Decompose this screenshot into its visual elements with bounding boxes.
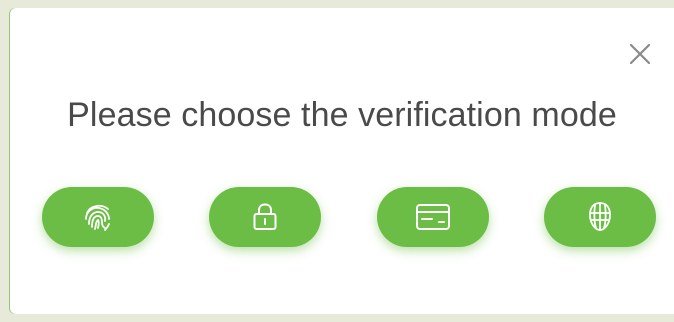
close-button[interactable] xyxy=(624,38,656,70)
password-mode-button[interactable] xyxy=(209,187,321,247)
close-icon xyxy=(629,43,651,65)
card-icon xyxy=(416,204,450,230)
verification-mode-dialog: Please choose the verification mode xyxy=(10,8,674,314)
face-mode-button[interactable] xyxy=(544,187,656,247)
card-mode-button[interactable] xyxy=(377,187,489,247)
fingerprint-mode-button[interactable] xyxy=(42,187,154,247)
screen-background: Please choose the verification mode xyxy=(0,0,674,322)
fingerprint-icon xyxy=(85,204,110,231)
lock-icon xyxy=(253,203,277,230)
dialog-title: Please choose the verification mode xyxy=(67,96,617,134)
face-icon xyxy=(589,202,611,231)
